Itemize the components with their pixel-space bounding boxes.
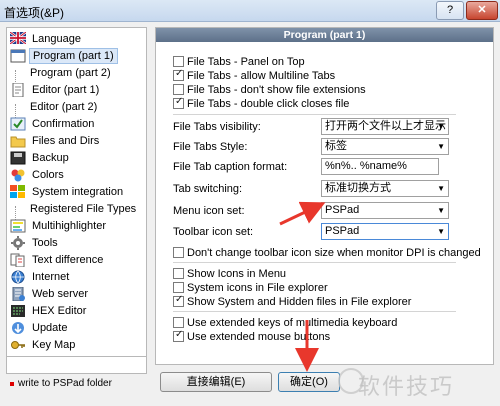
- arrow-to-menu-icon-set: [279, 201, 326, 226]
- annotation-arrows: [279, 201, 326, 372]
